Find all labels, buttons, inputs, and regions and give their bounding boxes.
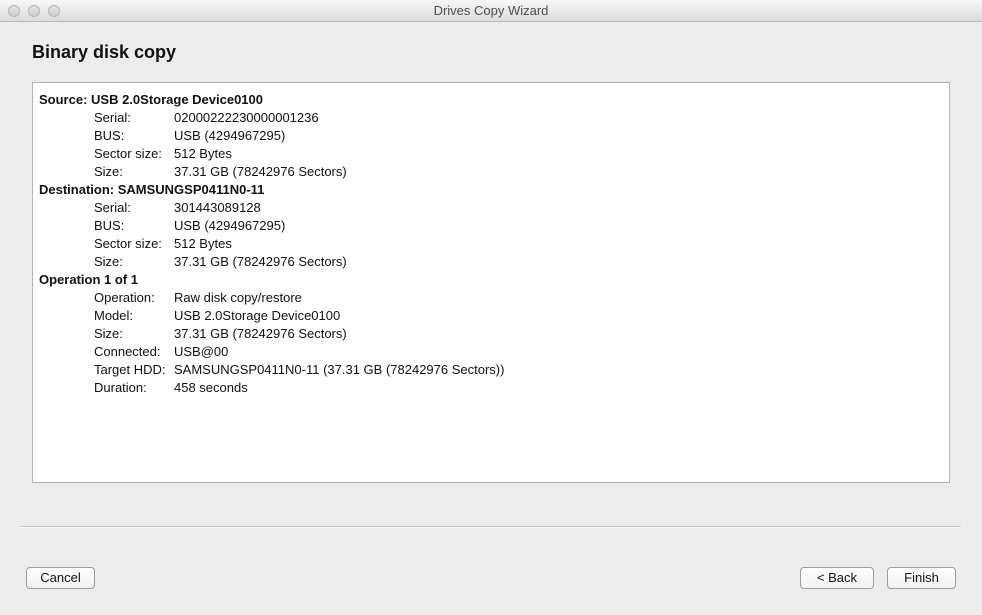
detail-value: 37.31 GB (78242976 Sectors)	[174, 326, 347, 341]
detail-row: Size: 37.31 GB (78242976 Sectors)	[39, 325, 943, 343]
detail-row: Serial: 301443089128	[39, 199, 943, 217]
back-button[interactable]: < Back	[800, 567, 874, 589]
detail-label: Model:	[94, 308, 134, 323]
detail-row: Size: 37.31 GB (78242976 Sectors)	[39, 253, 943, 271]
operation-heading: Operation 1 of 1	[39, 272, 138, 287]
detail-value: USB (4294967295)	[174, 128, 286, 143]
detail-label: Size:	[94, 326, 123, 341]
detail-value: 512 Bytes	[174, 236, 232, 251]
detail-value: USB (4294967295)	[174, 218, 286, 233]
summary-panel: Source: USB 2.0Storage Device0100 Serial…	[32, 82, 950, 483]
detail-row: Size: 37.31 GB (78242976 Sectors)	[39, 163, 943, 181]
finish-button[interactable]: Finish	[887, 567, 956, 589]
detail-value: Raw disk copy/restore	[174, 290, 302, 305]
detail-label: Size:	[94, 164, 123, 179]
detail-value: 458 seconds	[174, 380, 248, 395]
detail-label: BUS:	[94, 128, 125, 143]
page-title: Binary disk copy	[32, 42, 177, 62]
detail-row: Target HDD: SAMSUNGSP0411N0-11 (37.31 GB…	[39, 361, 943, 379]
detail-label: Serial:	[94, 110, 131, 125]
detail-value: 37.31 GB (78242976 Sectors)	[174, 254, 347, 269]
wizard-window: Drives Copy Wizard Binary disk copy Sour…	[0, 0, 982, 615]
window-title: Drives Copy Wizard	[433, 3, 549, 18]
detail-value: 02000222230000001236	[174, 110, 319, 125]
detail-row: BUS: USB (4294967295)	[39, 127, 943, 145]
detail-value: 301443089128	[174, 200, 261, 215]
detail-value: SAMSUNGSP0411N0-11 (37.31 GB (78242976 S…	[174, 362, 505, 377]
detail-value: 512 Bytes	[174, 146, 232, 161]
detail-row: Sector size: 512 Bytes	[39, 235, 943, 253]
detail-label: Target HDD:	[94, 362, 166, 377]
detail-value: USB 2.0Storage Device0100	[174, 308, 341, 323]
detail-row: Connected: USB@00	[39, 343, 943, 361]
detail-label: Operation:	[94, 290, 155, 305]
detail-label: Connected:	[94, 344, 161, 359]
detail-row: Model: USB 2.0Storage Device0100	[39, 307, 943, 325]
detail-label: Duration:	[94, 380, 147, 395]
detail-row: Operation: Raw disk copy/restore	[39, 289, 943, 307]
title-bar: Drives Copy Wizard	[0, 0, 982, 22]
detail-row: Serial: 02000222230000001236	[39, 109, 943, 127]
detail-label: Serial:	[94, 200, 131, 215]
footer-separator	[20, 526, 961, 528]
source-heading: Source: USB 2.0Storage Device0100	[39, 92, 263, 107]
detail-row: Sector size: 512 Bytes	[39, 145, 943, 163]
detail-label: BUS:	[94, 218, 125, 233]
detail-row: BUS: USB (4294967295)	[39, 217, 943, 235]
destination-heading: Destination: SAMSUNGSP0411N0-11	[39, 182, 265, 197]
detail-value: USB@00	[174, 344, 229, 359]
cancel-button[interactable]: Cancel	[26, 567, 95, 589]
detail-label: Sector size:	[94, 236, 162, 251]
detail-label: Size:	[94, 254, 123, 269]
detail-label: Sector size:	[94, 146, 162, 161]
detail-value: 37.31 GB (78242976 Sectors)	[174, 164, 347, 179]
detail-row: Duration: 458 seconds	[39, 379, 943, 397]
